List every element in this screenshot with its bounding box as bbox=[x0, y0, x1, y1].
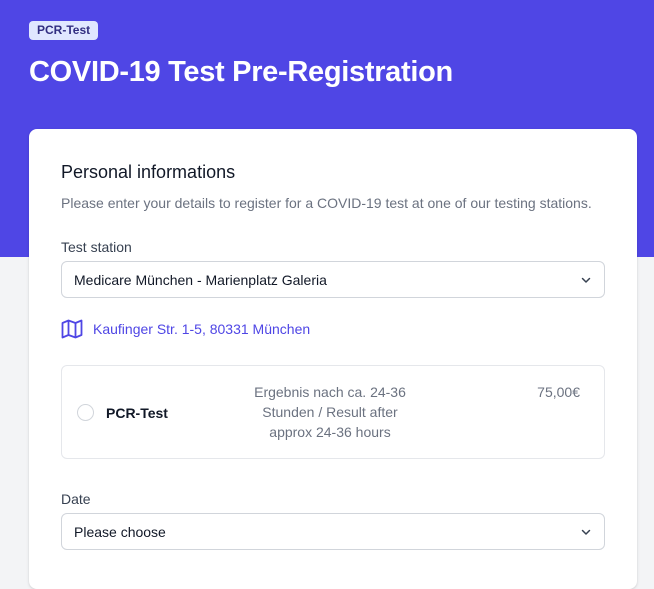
test-option-description: Ergebnis nach ca. 24-36 Stunden / Result… bbox=[254, 384, 406, 440]
station-address-link[interactable]: Kaufinger Str. 1-5, 80331 München bbox=[61, 318, 310, 340]
test-station-label: Test station bbox=[61, 239, 132, 255]
page-title: COVID-19 Test Pre-Registration bbox=[29, 56, 453, 88]
station-address: Kaufinger Str. 1-5, 80331 München bbox=[93, 321, 311, 337]
test-option-name: PCR-Test bbox=[106, 405, 168, 421]
test-station-value: Medicare München - Marienplatz Galeria bbox=[74, 272, 327, 288]
test-option-radio[interactable] bbox=[77, 404, 94, 421]
test-type-badge: PCR-Test bbox=[29, 21, 99, 40]
registration-form-card: Personal informations Please enter your … bbox=[29, 129, 637, 589]
map-icon bbox=[61, 319, 83, 339]
chevron-down-icon bbox=[581, 529, 591, 535]
date-value: Please choose bbox=[74, 524, 166, 540]
test-option-price: 75,00€ bbox=[537, 384, 580, 400]
date-label: Date bbox=[61, 491, 91, 507]
section-title: Personal informations bbox=[61, 162, 236, 182]
chevron-down-icon bbox=[581, 277, 591, 283]
section-description: Please enter your details to register fo… bbox=[61, 195, 592, 211]
test-station-select[interactable]: Medicare München - Marienplatz Galeria bbox=[61, 261, 605, 298]
test-option-pcr[interactable]: PCR-Test Ergebnis nach ca. 24-36 Stunden… bbox=[61, 365, 605, 459]
date-select[interactable]: Please choose bbox=[61, 513, 605, 550]
